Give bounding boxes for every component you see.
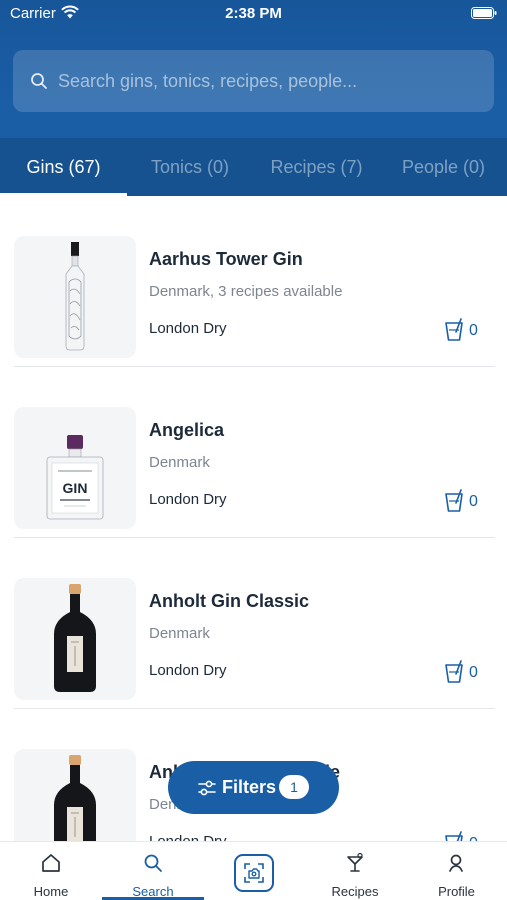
nav-profile[interactable]: Profile <box>406 842 507 900</box>
gin-style: London Dry <box>149 491 227 508</box>
list-item[interactable]: Anholt Gin Classic Denmark London Dry 0 <box>0 538 507 709</box>
scan-button[interactable] <box>234 854 274 892</box>
search-box[interactable] <box>13 50 494 112</box>
gin-list[interactable]: Aarhus Tower Gin Denmark, 3 recipes avai… <box>0 196 507 841</box>
gin-style: London Dry <box>149 833 227 841</box>
bottom-nav: Home Search Recipes Profile <box>0 841 507 900</box>
bottle-dark-round-image <box>54 584 96 692</box>
tab-recipes[interactable]: Recipes (7) <box>253 138 380 196</box>
user-icon <box>449 854 463 872</box>
nav-label: Home <box>33 884 69 899</box>
nav-search[interactable]: Search <box>102 842 204 900</box>
cocktail-glass-icon[interactable] <box>443 831 465 841</box>
search-icon <box>31 73 47 89</box>
filters-count-badge: 1 <box>279 775 309 799</box>
cocktail-icon <box>347 852 363 872</box>
header: Carrier 2:38 PM Gins (67) Tonics (0) Rec… <box>0 0 507 196</box>
recipe-count: 0 <box>469 664 478 681</box>
cocktail-glass-icon[interactable] <box>443 318 465 342</box>
nav-label: Recipes <box>331 884 379 899</box>
gin-image <box>14 578 136 700</box>
tab-label: Recipes (7) <box>270 157 363 177</box>
search-icon <box>144 854 162 872</box>
status-bar: Carrier 2:38 PM <box>0 0 507 30</box>
nav-label: Profile <box>438 884 475 899</box>
tab-bar: Gins (67) Tonics (0) Recipes (7) People … <box>0 138 507 196</box>
sliders-icon <box>198 780 216 796</box>
gin-image: GIN <box>14 407 136 529</box>
gin-origin: Denmark <box>149 454 210 471</box>
filters-label: Filters <box>222 777 277 797</box>
gin-style: London Dry <box>149 320 227 337</box>
gin-style: London Dry <box>149 662 227 679</box>
cocktail-glass-icon[interactable] <box>443 660 465 684</box>
svg-text:GIN: GIN <box>63 480 88 496</box>
tab-gins[interactable]: Gins (67) <box>0 138 127 196</box>
clock: 2:38 PM <box>225 5 282 22</box>
camera-scan-icon <box>244 863 264 883</box>
bottle-clear-square-image: GIN <box>46 435 104 520</box>
gin-image <box>14 749 136 841</box>
nav-home[interactable]: Home <box>0 842 102 900</box>
search-input[interactable] <box>58 50 478 112</box>
tab-people[interactable]: People (0) <box>380 138 507 196</box>
gin-origin: Denmark, 3 recipes available <box>149 283 343 300</box>
gin-name: Anholt Gin Classic <box>149 591 310 611</box>
filters-button[interactable]: Filters 1 <box>168 761 339 814</box>
gin-image <box>14 236 136 358</box>
gin-name: Angelica <box>149 420 225 440</box>
bottle-clear-tall-image <box>65 242 85 351</box>
gin-name: Aarhus Tower Gin <box>149 249 303 269</box>
cocktail-glass-icon[interactable] <box>443 489 465 513</box>
battery-icon <box>471 7 497 19</box>
home-icon <box>42 854 60 872</box>
tab-label: Gins (67) <box>26 157 101 177</box>
tab-tonics[interactable]: Tonics (0) <box>127 138 253 196</box>
nav-recipes[interactable]: Recipes <box>304 842 406 900</box>
gin-origin: Denmark <box>149 625 210 642</box>
tab-label: Tonics (0) <box>150 157 230 177</box>
list-item[interactable]: Aarhus Tower Gin Denmark, 3 recipes avai… <box>0 196 507 367</box>
recipe-count: 0 <box>469 493 478 510</box>
tab-label: People (0) <box>401 157 486 177</box>
list-item[interactable]: GIN Angelica Denmark London Dry 0 <box>0 367 507 538</box>
recipe-count: 0 <box>469 322 478 339</box>
bottle-dark-round-image <box>54 755 96 841</box>
